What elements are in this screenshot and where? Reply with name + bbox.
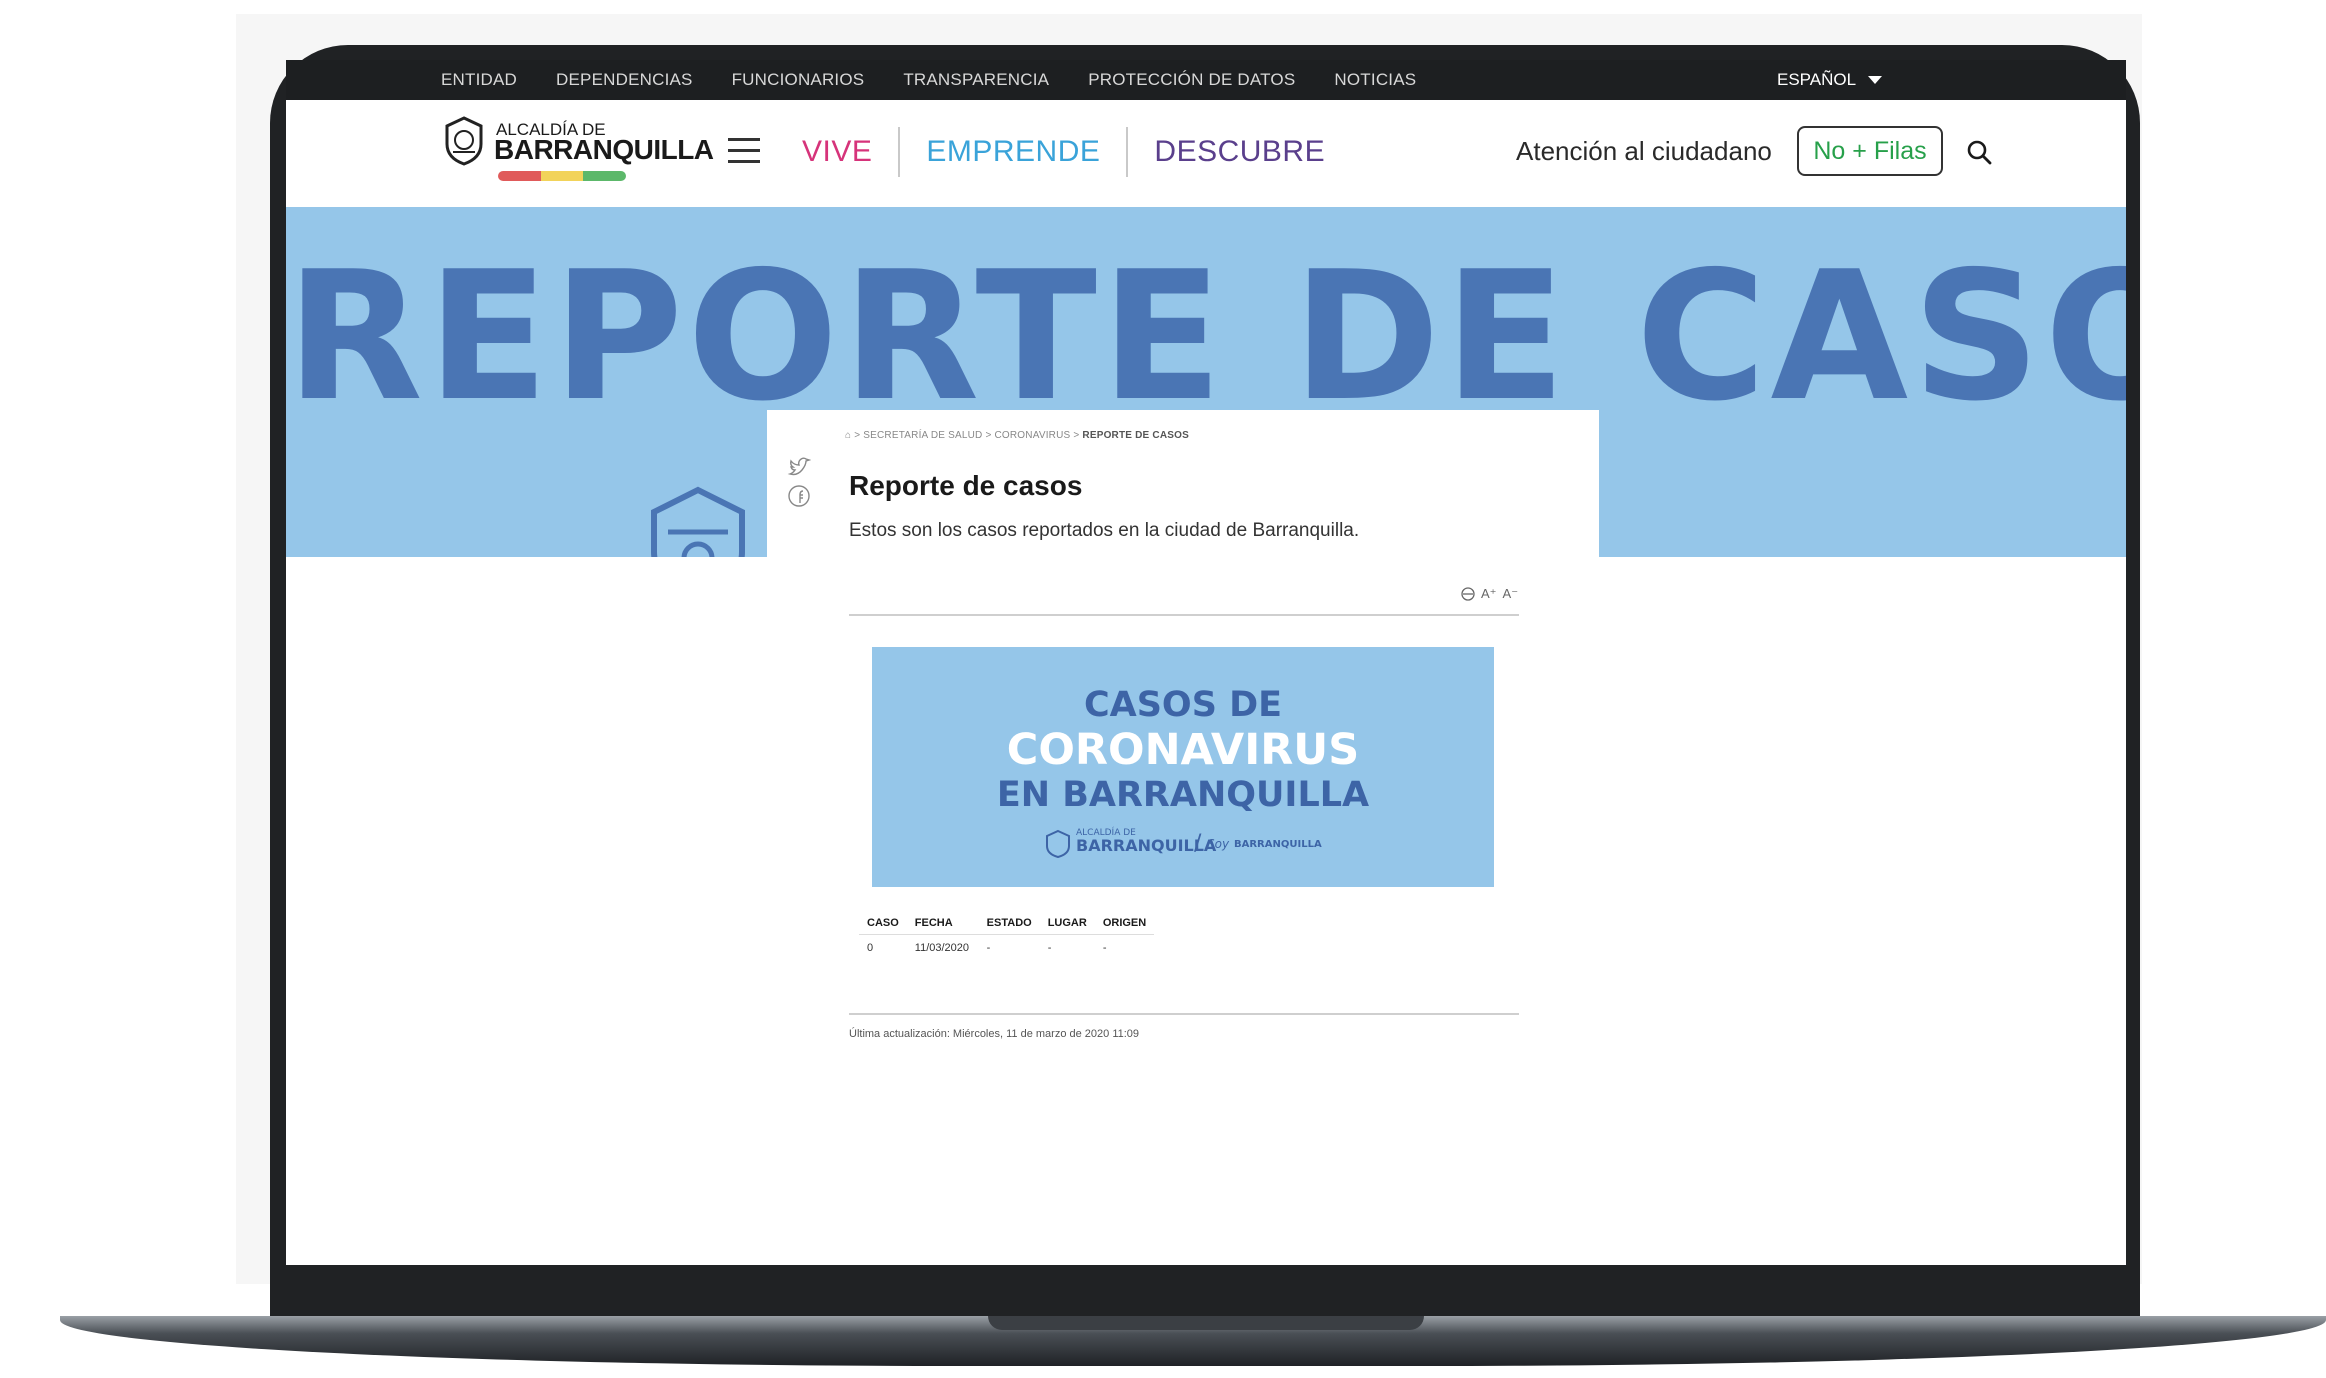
col-caso: CASO <box>859 912 907 935</box>
font-increase-button[interactable]: A⁺ <box>1481 586 1497 602</box>
nav-divider <box>1126 127 1129 177</box>
site-logo[interactable]: ALCALDÍA DE BARRANQUILLA <box>441 116 714 186</box>
laptop-notch <box>988 1316 1424 1330</box>
facebook-icon[interactable] <box>787 484 811 508</box>
col-fecha: FECHA <box>906 912 979 935</box>
topnav-link-dependencias[interactable]: DEPENDENCIAS <box>556 70 693 90</box>
divider <box>849 614 1519 616</box>
topnav-link-entidad[interactable]: ENTIDAD <box>441 70 517 90</box>
banner-partial-text: …QUILLA <box>1596 537 1766 557</box>
site-header: ALCALDÍA DE BARRANQUILLA VIVE EMPRENDE D… <box>286 100 2126 207</box>
language-selector[interactable]: ESPAÑOL <box>1777 60 1883 100</box>
col-estado: ESTADO <box>978 912 1040 935</box>
nav-emprende[interactable]: EMPRENDE <box>926 135 1100 169</box>
topnav-link-noticias[interactable]: NOTICIAS <box>1334 70 1416 90</box>
topnav-link-funcionarios[interactable]: FUNCIONARIOS <box>732 70 865 90</box>
banner-seal-icon <box>651 486 745 557</box>
city-seal-icon <box>445 116 483 166</box>
page-title: Reporte de casos <box>849 470 1083 501</box>
col-lugar: LUGAR <box>1039 912 1095 935</box>
divider <box>849 1013 1519 1015</box>
table-row: 0 11/03/2020 - - - <box>867 942 1107 954</box>
breadcrumb: ⌂ > SECRETARÍA DE SALUD > CORONAVIRUS > … <box>845 430 1189 441</box>
breadcrumb-current: REPORTE DE CASOS <box>1082 430 1189 441</box>
print-icon[interactable] <box>1461 587 1475 601</box>
search-icon[interactable] <box>1966 139 1992 165</box>
logo-big-text: BARRANQUILLA <box>494 134 714 165</box>
no-filas-button[interactable]: No + Filas <box>1797 126 1943 176</box>
banner-line-2: CORONAVIRUS <box>1006 725 1360 775</box>
banner-line-3: EN BARRANQUILLA <box>996 775 1370 815</box>
last-updated: Última actualización: Miércoles, 11 de m… <box>849 1028 1140 1040</box>
language-label: ESPAÑOL <box>1777 70 1857 89</box>
banner-footer-logos: ALCALDÍA DE BARRANQUILLA / Soy BARRANQUI… <box>1044 827 1344 867</box>
page-subtitle: Estos son los casos reportados en la ciu… <box>849 520 1360 541</box>
banner-title: REPORTE DE CASOS <box>286 233 2126 440</box>
nav-divider <box>898 127 901 177</box>
text-tools: A⁺ A⁻ <box>1461 586 1518 602</box>
menu-icon[interactable] <box>728 138 760 164</box>
home-icon[interactable]: ⌂ <box>845 430 851 441</box>
twitter-icon[interactable] <box>787 456 811 480</box>
caret-down-icon <box>1868 76 1883 84</box>
content-card: ⌂ > SECRETARÍA DE SALUD > CORONAVIRUS > … <box>767 410 1599 1265</box>
table-header-row: CASO FECHA ESTADO LUGAR ORIGEN <box>859 912 1155 935</box>
breadcrumb-coronavirus[interactable]: CORONAVIRUS <box>994 430 1070 441</box>
topnav-link-proteccion-datos[interactable]: PROTECCIÓN DE DATOS <box>1088 70 1295 90</box>
top-utility-nav: ENTIDAD DEPENDENCIAS FUNCIONARIOS TRANSP… <box>286 60 2126 100</box>
breadcrumb-secretaria[interactable]: SECRETARÍA DE SALUD <box>863 430 982 441</box>
coronavirus-banner-image: CASOS DE CORONAVIRUS EN BARRANQUILLA ALC… <box>872 647 1494 887</box>
nav-vive[interactable]: VIVE <box>802 135 872 169</box>
banner-line-1: CASOS DE <box>1083 685 1283 725</box>
nav-descubre[interactable]: DESCUBRE <box>1154 135 1325 169</box>
logo-color-stripes <box>498 171 626 181</box>
cases-table: CASO FECHA ESTADO LUGAR ORIGEN 0 11/03/2… <box>859 912 1155 961</box>
browser-screen: ENTIDAD DEPENDENCIAS FUNCIONARIOS TRANSP… <box>286 60 2126 1265</box>
atencion-ciudadano-link[interactable]: Atención al ciudadano <box>1516 136 1772 167</box>
main-nav: VIVE EMPRENDE DESCUBRE <box>802 127 1325 177</box>
col-origen: ORIGEN <box>1094 912 1155 935</box>
seal-icon <box>1046 829 1070 859</box>
font-decrease-button[interactable]: A⁻ <box>1503 586 1519 602</box>
topnav-link-transparencia[interactable]: TRANSPARENCIA <box>903 70 1049 90</box>
